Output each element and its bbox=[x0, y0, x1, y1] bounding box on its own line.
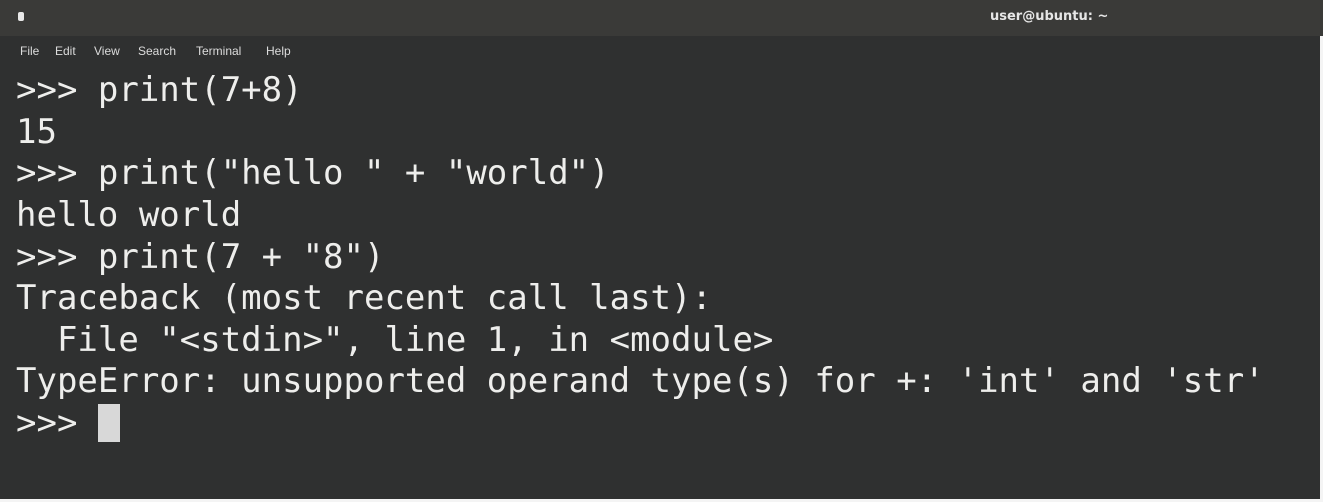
title-bar[interactable]: user@ubuntu: ~ bbox=[0, 0, 1323, 36]
menu-edit[interactable]: Edit bbox=[55, 44, 76, 58]
terminal-prompt-line[interactable]: >>> bbox=[16, 403, 98, 444]
terminal-line: 15 bbox=[16, 112, 57, 152]
terminal-window: user@ubuntu: ~ File Edit View Search Ter… bbox=[0, 0, 1323, 502]
terminal-line: >>> print(7+8) bbox=[16, 70, 303, 110]
menu-view[interactable]: View bbox=[94, 44, 120, 58]
window-title: user@ubuntu: ~ bbox=[990, 9, 1109, 24]
menu-help[interactable]: Help bbox=[266, 44, 291, 58]
menu-terminal[interactable]: Terminal bbox=[196, 44, 241, 58]
terminal-line: >>> print("hello " + "world") bbox=[16, 153, 610, 193]
block-cursor bbox=[98, 404, 120, 442]
menu-file[interactable]: File bbox=[20, 44, 39, 58]
window-menu-icon[interactable] bbox=[18, 12, 24, 21]
terminal-line: TypeError: unsupported operand type(s) f… bbox=[16, 361, 1265, 401]
terminal-line: hello world bbox=[16, 195, 242, 235]
menu-bar: File Edit View Search Terminal Help bbox=[0, 36, 1323, 66]
terminal-line: File "<stdin>", line 1, in <module> bbox=[16, 320, 774, 360]
terminal-output[interactable]: >>> print(7+8) 15 >>> print("hello " + "… bbox=[16, 70, 1316, 490]
menu-search[interactable]: Search bbox=[138, 44, 176, 58]
terminal-line: Traceback (most recent call last): bbox=[16, 278, 712, 318]
terminal-line: >>> print(7 + "8") bbox=[16, 237, 385, 277]
